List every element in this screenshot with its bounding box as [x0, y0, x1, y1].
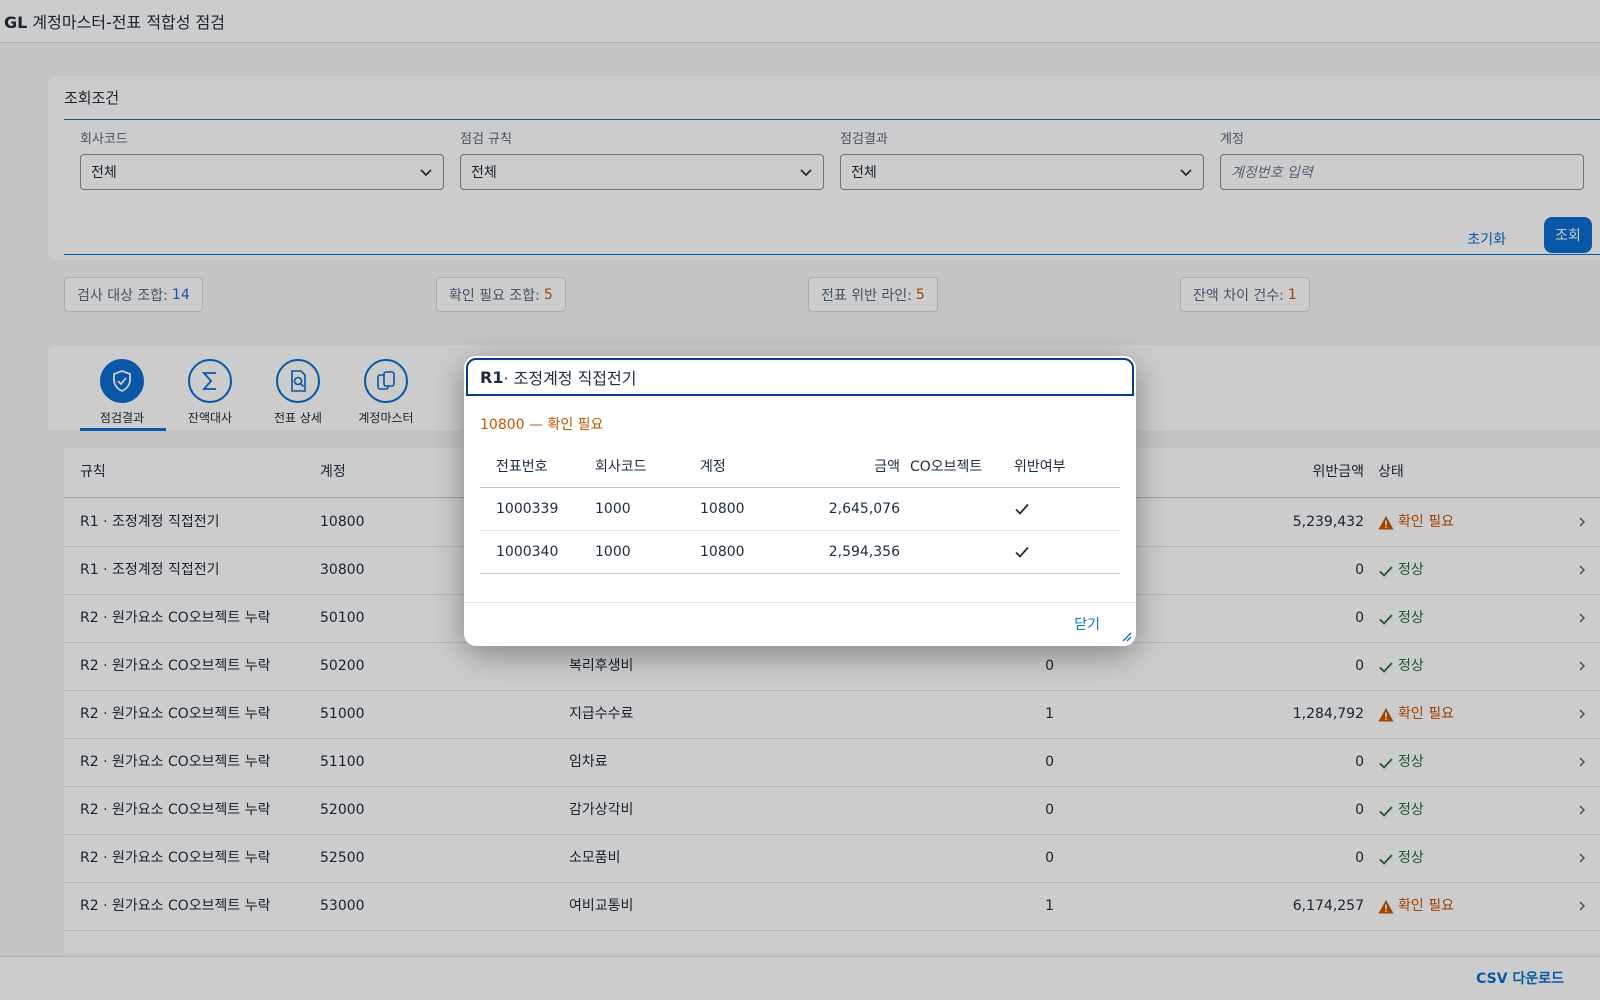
dialog-table-body: 1000339 1000 10800 2,645,076 1000340 1000 1080…: [480, 488, 1120, 574]
cell-company: 1000: [595, 544, 631, 560]
dialog-title: R1 · 조정계정 직접전기: [466, 358, 1134, 396]
cell-amount: 2,594,356: [828, 544, 900, 560]
cell-company: 1000: [595, 501, 631, 517]
cell-doc-no: 1000340: [496, 544, 559, 560]
col-doc-no: 전표번호: [496, 459, 548, 475]
dialog-title-text: · 조정계정 직접전기: [503, 369, 637, 388]
cell-account: 10800: [700, 501, 745, 517]
col-company: 회사코드: [595, 459, 647, 475]
col-violation: 위반여부: [1014, 459, 1066, 475]
col-amount: 금액: [874, 459, 900, 475]
cell-amount: 2,645,076: [828, 501, 900, 517]
dialog-row: 1000340 1000 10800 2,594,356: [480, 531, 1120, 574]
cell-violation: [1014, 488, 1030, 530]
dialog-table-header: 전표번호 회사코드 계정 금액 CO오브젝트 위반여부: [480, 446, 1120, 488]
dialog-row: 1000339 1000 10800 2,645,076: [480, 488, 1120, 531]
col-account: 계정: [700, 459, 726, 475]
dialog-title-rule: R1: [480, 367, 504, 387]
detail-dialog: R1 · 조정계정 직접전기 10800 — 확인 필요 전표번호 회사코드 계…: [464, 356, 1136, 646]
dialog-footer: 닫기: [464, 602, 1136, 646]
dialog-table: 전표번호 회사코드 계정 금액 CO오브젝트 위반여부 1000339 1000 1…: [480, 446, 1120, 574]
cell-violation: [1014, 531, 1030, 573]
resize-handle-icon[interactable]: [1120, 630, 1132, 642]
dialog-subtitle: 10800 — 확인 필요: [480, 417, 604, 433]
cell-doc-no: 1000339: [496, 501, 559, 517]
cell-account: 10800: [700, 544, 745, 560]
close-button[interactable]: 닫기: [1068, 613, 1106, 635]
col-co-object: CO오브젝트: [910, 459, 983, 475]
checkmark-icon: [1015, 546, 1029, 558]
checkmark-icon: [1015, 503, 1029, 515]
